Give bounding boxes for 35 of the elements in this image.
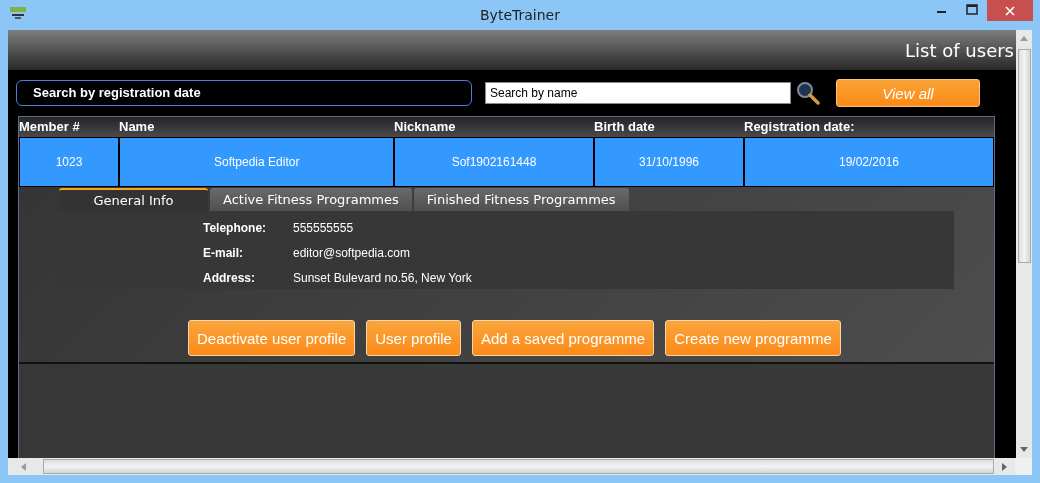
table-cell: 19/02/2016 (744, 137, 994, 187)
window-title: ByteTrainer (480, 7, 560, 23)
scrollbar-thumb[interactable] (43, 459, 994, 474)
field-value: 555555555 (293, 220, 354, 235)
table-cell: Softpedia Editor (119, 137, 394, 187)
field-label: Address: (203, 270, 256, 285)
horizontal-scrollbar[interactable] (8, 458, 1032, 475)
table-cell: Sof1902161448 (394, 137, 594, 187)
column-header[interactable]: Name (119, 117, 394, 137)
field-value: editor@softpedia.com (293, 245, 410, 260)
field-value: Sunset Bulevard no.56, New York (293, 270, 472, 285)
app-logo-icon (9, 6, 27, 20)
table-cell: 1023 (19, 137, 119, 187)
scroll-left-icon[interactable] (21, 462, 26, 471)
close-icon (1005, 5, 1015, 16)
column-header[interactable]: Birth date (594, 117, 744, 137)
page-title: List of users (905, 39, 1015, 61)
scroll-right-icon[interactable] (1002, 462, 1007, 471)
column-header[interactable]: Nickname (394, 117, 594, 137)
scroll-down-icon[interactable] (1020, 447, 1028, 452)
column-header[interactable]: Member # (19, 117, 119, 137)
tab[interactable]: Active Fitness Programmes (210, 188, 412, 211)
tab[interactable]: Finished Fitness Programmes (413, 188, 629, 211)
scrollbar-corner (1015, 458, 1032, 475)
table-cell: 31/10/1996 (594, 137, 744, 187)
scrollbar-thumb[interactable] (1017, 49, 1031, 263)
registration-date-search-field[interactable]: Search by registration date (16, 80, 472, 106)
name-search-field[interactable]: Search by name (485, 82, 791, 104)
search-icon[interactable] (796, 81, 820, 105)
field-label: E-mail: (203, 245, 244, 260)
column-header[interactable]: Registration date: (744, 117, 994, 137)
tab[interactable]: General Info (59, 188, 208, 211)
field-label: Telephone: (203, 220, 268, 235)
scroll-up-icon[interactable] (1020, 36, 1028, 41)
vertical-scrollbar[interactable] (1016, 30, 1032, 458)
